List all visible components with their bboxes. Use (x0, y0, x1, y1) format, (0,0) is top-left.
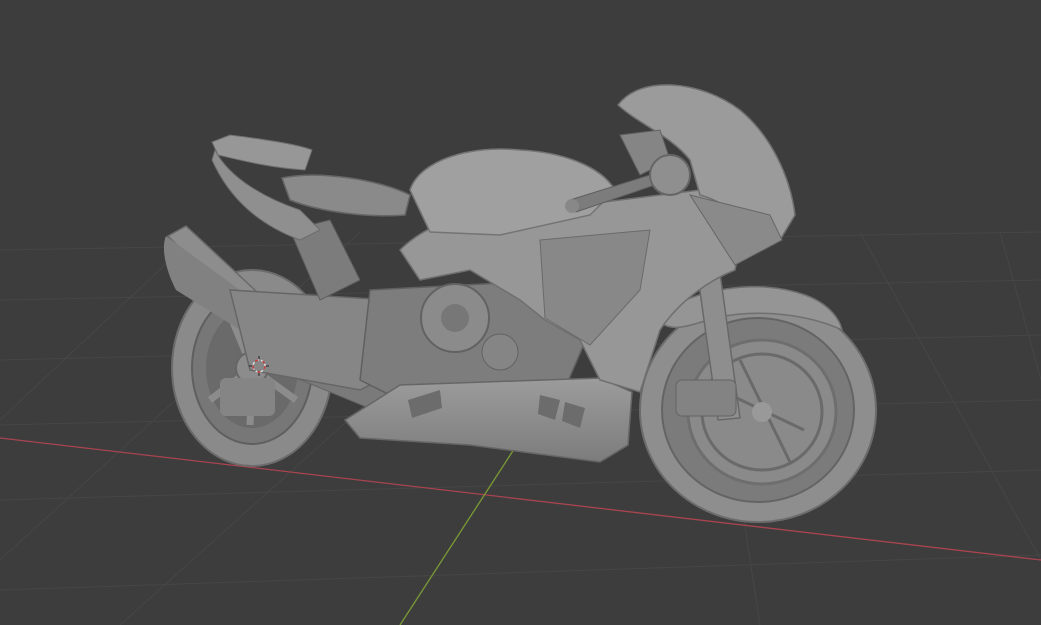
front-wheel (639, 297, 877, 523)
x-axis-line (0, 437, 1041, 561)
3d-viewport[interactable] (0, 0, 1041, 625)
motorcycle-model[interactable] (163, 84, 877, 523)
viewport-canvas[interactable] (0, 0, 1041, 625)
seat (211, 134, 411, 241)
y-axis-line (399, 439, 521, 625)
